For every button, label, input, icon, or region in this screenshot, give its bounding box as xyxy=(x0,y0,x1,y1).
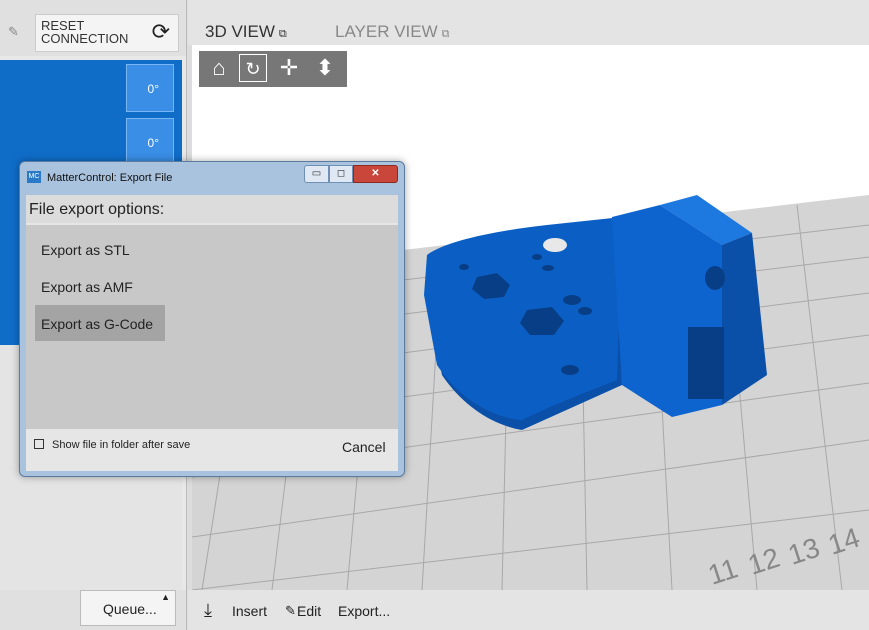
show-folder-label: Show file in folder after save xyxy=(52,439,191,451)
insert-button[interactable]: Insert xyxy=(232,603,267,619)
popout-icon[interactable]: ⧉ xyxy=(442,28,450,40)
edit-button[interactable]: Edit xyxy=(297,603,321,619)
minimize-icon[interactable]: ▭ xyxy=(304,165,329,183)
export-options-list: Export as STL Export as AMF Export as G-… xyxy=(26,225,398,451)
export-stl-option[interactable]: Export as STL xyxy=(35,231,165,267)
tab-3d-view[interactable]: 3D VIEW ⧉ xyxy=(205,22,287,42)
angle-button[interactable]: 0° xyxy=(126,64,174,112)
queue-button[interactable]: Queue... ▲ xyxy=(80,590,176,626)
close-icon[interactable]: ✕ xyxy=(353,165,398,183)
rotate-icon[interactable]: ↻ xyxy=(239,54,267,82)
maximize-icon[interactable]: ◻ xyxy=(329,165,353,183)
option-label: Export as STL xyxy=(41,242,130,258)
app-icon: MC xyxy=(27,171,41,183)
refresh-icon: ⟳ xyxy=(151,19,170,44)
export-file-dialog: MC MatterControl: Export File ▭ ◻ ✕ File… xyxy=(19,161,405,477)
caret-up-icon: ▲ xyxy=(161,592,170,602)
dialog-body: File export options: Export as STL Expor… xyxy=(26,195,398,471)
checkbox-icon[interactable] xyxy=(34,439,44,449)
dialog-title: MatterControl: Export File xyxy=(47,172,173,184)
dialog-heading: File export options: xyxy=(26,195,398,223)
view-tools: ⌂ ↻ ✛ ⬍ xyxy=(199,51,347,87)
cancel-button[interactable]: Cancel xyxy=(342,439,386,455)
edit-pencil-icon[interactable]: ✎ xyxy=(8,24,19,40)
queue-label: Queue... xyxy=(103,601,157,617)
show-folder-checkbox[interactable]: Show file in folder after save xyxy=(34,439,190,451)
export-amf-option[interactable]: Export as AMF xyxy=(35,268,165,304)
export-button[interactable]: Export... xyxy=(338,603,390,619)
export-gcode-option[interactable]: Export as G-Code xyxy=(35,305,165,341)
edit-icon[interactable]: ✎ xyxy=(285,603,296,619)
tab-3d-view-label: 3D VIEW xyxy=(205,22,275,41)
move-icon[interactable]: ✛ xyxy=(275,54,303,82)
tab-layer-view[interactable]: LAYER VIEW ⧉ xyxy=(335,22,450,42)
connection-bar: ✎ RESET CONNECTION ⟳ xyxy=(0,0,186,56)
option-label: Export as AMF xyxy=(41,279,133,295)
angle-value: 0° xyxy=(147,82,159,96)
home-icon[interactable]: ⌂ xyxy=(205,54,233,82)
angle-value: 0° xyxy=(147,136,159,150)
insert-icon[interactable]: ⤓ xyxy=(204,600,212,621)
bottom-toolbar: ⤓ Insert ✎ Edit Export... xyxy=(188,590,869,630)
view-tab-bar: 3D VIEW ⧉ LAYER VIEW ⧉ xyxy=(188,0,869,45)
reset-connection-button[interactable]: RESET CONNECTION ⟳ xyxy=(35,14,179,52)
dialog-heading-text: File export options: xyxy=(29,201,165,218)
3d-part-model xyxy=(424,195,767,430)
popout-icon[interactable]: ⧉ xyxy=(279,28,287,40)
reset-connection-label: RESET CONNECTION xyxy=(41,18,129,46)
angle-button[interactable]: 0° xyxy=(126,118,174,166)
zoom-icon[interactable]: ⬍ xyxy=(311,54,339,82)
option-label: Export as G-Code xyxy=(41,316,154,332)
dialog-titlebar[interactable]: MC MatterControl: Export File ▭ ◻ ✕ xyxy=(20,162,404,188)
tab-layer-view-label: LAYER VIEW xyxy=(335,22,438,41)
